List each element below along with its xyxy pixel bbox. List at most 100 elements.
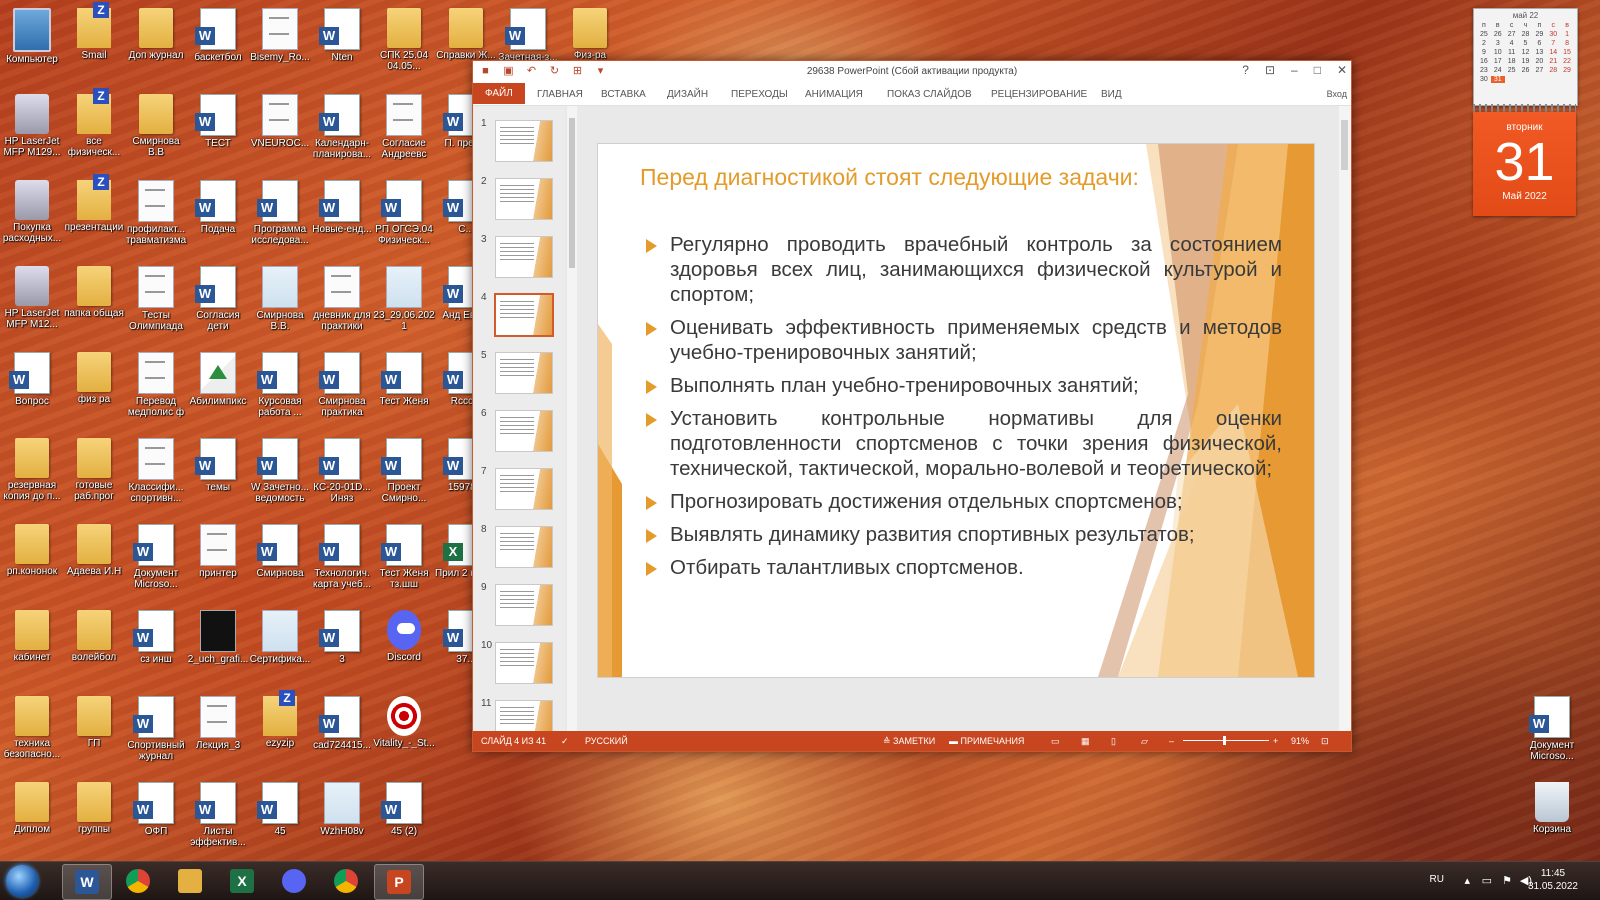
desktop-icon[interactable]: Смирнова bbox=[248, 520, 312, 606]
desktop-icon[interactable]: группы bbox=[62, 778, 126, 864]
slide-thumbnail[interactable]: 10 bbox=[481, 640, 561, 692]
zoom-in-button[interactable]: + bbox=[1273, 736, 1278, 746]
desktop-icon[interactable]: Проект Смирно... bbox=[372, 434, 436, 520]
desktop-icon[interactable]: техника безопасно... bbox=[0, 692, 64, 778]
desktop-icon[interactable]: Курсовая работа ... bbox=[248, 348, 312, 434]
tray-expand-icon[interactable]: ▴ bbox=[1464, 874, 1470, 887]
slide-thumbnail[interactable]: 5 bbox=[481, 350, 561, 402]
calendar-day[interactable]: 30 bbox=[1546, 31, 1560, 38]
slide-scrollbar[interactable] bbox=[1339, 106, 1351, 731]
desktop-icon[interactable]: Bisemy_Ro... bbox=[248, 4, 312, 90]
desktop-icon[interactable]: принтер bbox=[186, 520, 250, 606]
desktop-icon[interactable]: папка общая bbox=[62, 262, 126, 348]
desktop-icon[interactable]: 3 bbox=[310, 606, 374, 692]
help-button[interactable]: ? bbox=[1242, 63, 1249, 77]
desktop-icon[interactable]: Перевод медполис ф bbox=[124, 348, 188, 434]
taskbar-app-chrome[interactable] bbox=[114, 864, 162, 898]
tab-animation[interactable]: АНИМАЦИЯ bbox=[799, 86, 869, 103]
desktop-icon[interactable]: Доп журнал bbox=[124, 4, 188, 90]
desktop-icon[interactable]: Тест Женя тз.шш bbox=[372, 520, 436, 606]
slideshow-view-icon[interactable]: ▱ bbox=[1141, 736, 1148, 747]
tab-transitions[interactable]: ПЕРЕХОДЫ bbox=[725, 86, 794, 103]
desktop-icon[interactable]: темы bbox=[186, 434, 250, 520]
desktop-icon[interactable]: W Зачетно... ведомость bbox=[248, 434, 312, 520]
calendar-day[interactable]: 27 bbox=[1505, 31, 1519, 38]
calendar-day[interactable]: 29 bbox=[1532, 31, 1546, 38]
maximize-button[interactable]: □ bbox=[1314, 63, 1321, 77]
slide-thumbnail[interactable]: 6 bbox=[481, 408, 561, 460]
slide-thumbnail[interactable]: 3 bbox=[481, 234, 561, 286]
calendar-day[interactable]: 24 bbox=[1491, 67, 1505, 74]
taskbar-app-powerpoint[interactable]: P bbox=[374, 864, 424, 900]
desktop-icon[interactable]: Смирнова В.В. bbox=[248, 262, 312, 348]
zoom-level[interactable]: 91% bbox=[1291, 736, 1309, 746]
tab-slideshow[interactable]: ПОКАЗ СЛАЙДОВ bbox=[881, 86, 978, 103]
notes-button[interactable]: ≙ ЗАМЕТКИ bbox=[883, 736, 935, 747]
slide-scroll-thumb[interactable] bbox=[1341, 120, 1348, 170]
desktop-icon[interactable]: Покупка расходных... bbox=[0, 176, 64, 262]
taskbar-app-chrome[interactable] bbox=[322, 864, 370, 898]
calendar-day[interactable]: 26 bbox=[1519, 67, 1533, 74]
desktop-icon[interactable]: все физическ... bbox=[62, 88, 126, 176]
desktop-icon[interactable]: 23_29.06.2021 bbox=[372, 262, 436, 348]
desktop-icon[interactable]: Vitality_-_St... bbox=[372, 692, 436, 778]
calendar-day[interactable]: 13 bbox=[1532, 49, 1546, 56]
desktop-icon[interactable]: Тесты Олимпиада bbox=[124, 262, 188, 348]
slide-thumbnail[interactable]: 11 bbox=[481, 698, 561, 731]
taskbar-app-explorer[interactable] bbox=[166, 864, 214, 898]
desktop-icon[interactable]: HP LaserJet MFP M12... bbox=[0, 262, 64, 348]
desktop-icon[interactable]: Согласия дети bbox=[186, 262, 250, 348]
desktop-icon[interactable]: рп.кононок bbox=[0, 520, 64, 606]
desktop-icon[interactable]: VNEUROC... bbox=[248, 90, 312, 176]
desktop-icon[interactable]: cad724415... bbox=[310, 692, 374, 778]
calendar-mini[interactable]: май 22 п в с ч п с в 25 26 27 28 29 30 1 2 3 4 5 6 7 8 9 10 11 1… bbox=[1473, 8, 1578, 106]
desktop-icon[interactable]: сз инш bbox=[124, 606, 188, 692]
zoom-slider-track[interactable] bbox=[1183, 740, 1269, 741]
desktop-icon[interactable]: Тест Женя bbox=[372, 348, 436, 434]
desktop-icon[interactable]: Смирнова В.В bbox=[124, 90, 188, 176]
calendar-day[interactable]: 12 bbox=[1519, 49, 1533, 56]
desktop-icon[interactable]: РП ОГСЭ.04 Физическ... bbox=[372, 176, 436, 262]
start-button[interactable] bbox=[6, 865, 38, 897]
desktop-icon[interactable]: Nten bbox=[310, 4, 374, 90]
desktop-icon[interactable]: Абилимпикс bbox=[186, 348, 250, 434]
taskbar-app-word[interactable]: W bbox=[62, 864, 112, 900]
spellcheck-icon[interactable]: ✓ bbox=[561, 736, 569, 747]
thumbnails-scrollbar[interactable] bbox=[567, 106, 577, 731]
desktop-icon[interactable]: Сертифика... bbox=[248, 606, 312, 692]
desktop-icon[interactable]: Корзина bbox=[1520, 778, 1584, 864]
taskbar-app-excel[interactable]: X bbox=[218, 864, 266, 898]
reading-view-icon[interactable]: ▯ bbox=[1111, 736, 1116, 747]
calendar-day[interactable]: 11 bbox=[1505, 49, 1519, 56]
tab-insert[interactable]: ВСТАВКА bbox=[595, 86, 652, 103]
zoom-out-button[interactable]: – bbox=[1169, 736, 1174, 746]
desktop-icon[interactable]: Discord bbox=[372, 606, 436, 692]
desktop-icon[interactable]: Диплом bbox=[0, 778, 64, 864]
desktop-icon[interactable]: Листы эффектив... bbox=[186, 778, 250, 864]
calendar-day[interactable]: 22 bbox=[1560, 58, 1574, 65]
slide-thumbnails-pane[interactable]: 1 2 3 4 5 6 7 8 9 10 11 bbox=[473, 106, 565, 731]
desktop-icon[interactable]: СПК 25.04 04.05... bbox=[372, 4, 436, 90]
desktop-icon[interactable]: Компьютер bbox=[0, 4, 64, 90]
desktop-icon[interactable]: 45 bbox=[248, 778, 312, 864]
comments-button[interactable]: ▬ ПРИМЕЧАНИЯ bbox=[949, 736, 1024, 746]
desktop-icon[interactable]: Календарн-планирова... bbox=[310, 90, 374, 176]
slide-thumbnail[interactable]: 1 bbox=[481, 118, 561, 170]
zoom-slider-knob[interactable] bbox=[1223, 736, 1226, 745]
desktop-icon[interactable]: Адаева И.Н bbox=[62, 520, 126, 606]
desktop-icon[interactable]: Smail bbox=[62, 2, 126, 90]
desktop-icon[interactable]: ezyzip bbox=[248, 690, 312, 778]
calendar-day[interactable]: 5 bbox=[1519, 40, 1533, 47]
slide-thumbnail[interactable]: 4 bbox=[481, 292, 561, 344]
calendar-day[interactable]: 28 bbox=[1519, 31, 1533, 38]
slide-thumbnail[interactable]: 9 bbox=[481, 582, 561, 634]
calendar-day[interactable]: 19 bbox=[1519, 58, 1533, 65]
calendar-day[interactable]: 28 bbox=[1546, 67, 1560, 74]
slide-thumbnail[interactable]: 2 bbox=[481, 176, 561, 228]
calendar-day[interactable]: 18 bbox=[1505, 58, 1519, 65]
tab-view[interactable]: ВИД bbox=[1095, 86, 1128, 103]
thumbnails-scroll-thumb[interactable] bbox=[569, 118, 575, 268]
desktop-icon[interactable]: ГП bbox=[62, 692, 126, 778]
desktop-icon[interactable]: Новые-енд... bbox=[310, 176, 374, 262]
desktop-icon[interactable]: кабинет bbox=[0, 606, 64, 692]
